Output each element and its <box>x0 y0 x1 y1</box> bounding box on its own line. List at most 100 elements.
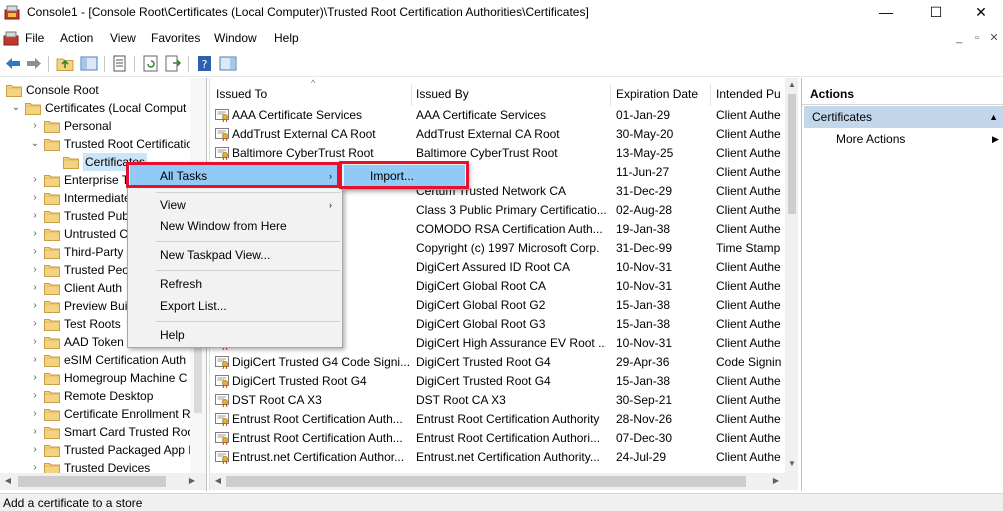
tree-item-label: Homegroup Machine C <box>64 371 188 385</box>
forward-arrow-icon[interactable] <box>25 55 43 72</box>
expand-chevron-right-icon[interactable]: › <box>30 351 40 369</box>
tree-horizontal-scrollbar[interactable]: ◀ ▶ <box>0 473 206 490</box>
window-title: Console1 - [Console Root\Certificates (L… <box>27 5 589 19</box>
tree-item[interactable]: › Smart Card Trusted Roo <box>0 423 194 441</box>
tree-item[interactable]: Console Root <box>0 81 190 99</box>
list-horizontal-scrollbar[interactable]: ◀ ▶ <box>210 473 798 490</box>
back-arrow-icon[interactable] <box>4 55 22 72</box>
ctx-new-taskpad-view[interactable]: New Taskpad View... <box>130 244 340 266</box>
cell-issued-to: DigiCert Trusted G4 Code Signi... <box>232 355 410 369</box>
show-hide-tree-icon[interactable] <box>80 55 98 72</box>
table-row[interactable]: Entrust Root Certification Auth... Entrus… <box>210 429 785 448</box>
submenu-arrow-icon[interactable]: ▶ <box>992 134 999 145</box>
expand-chevron-right-icon[interactable]: › <box>30 315 40 333</box>
table-row[interactable]: DST Root CA X3 DST Root CA X3 30-Sep-21 Cli… <box>210 391 785 410</box>
mmc-small-icon[interactable] <box>3 31 19 46</box>
expand-chevron-right-icon[interactable]: › <box>30 333 40 351</box>
more-actions-item[interactable]: More Actions <box>836 132 905 146</box>
mdi-close-button[interactable]: ✕ <box>986 32 1002 47</box>
table-row[interactable]: Entrust.net Certification Author... Entru… <box>210 448 785 467</box>
cell-issued-by: DigiCert Global Root CA <box>416 279 547 293</box>
ctx-help[interactable]: Help <box>130 324 340 346</box>
tree-item[interactable]: ⌄ Certificates (Local Comput <box>0 99 190 117</box>
tree-item-label: Personal <box>64 119 112 133</box>
expand-chevron-right-icon[interactable]: › <box>30 189 40 207</box>
cell-expiration-date: 24-Jul-29 <box>616 450 667 464</box>
scroll-left-arrow-icon[interactable]: ◀ <box>212 475 224 487</box>
column-issued-to[interactable]: Issued To <box>216 84 406 106</box>
minimize-button[interactable]: — <box>863 0 909 26</box>
help-icon[interactable]: ? <box>196 55 214 72</box>
expand-chevron-right-icon[interactable]: › <box>30 225 40 243</box>
expand-chevron-right-icon[interactable]: › <box>30 297 40 315</box>
scroll-right-arrow-icon[interactable]: ▶ <box>770 475 782 487</box>
collapse-arrow-icon[interactable]: ▲ <box>989 106 998 128</box>
table-row[interactable]: AAA Certificate Services AAA Certificate … <box>210 106 785 125</box>
table-row[interactable]: DigiCert Trusted Root G4 DigiCert Trusted… <box>210 372 785 391</box>
expand-chevron-down-icon[interactable]: ⌄ <box>30 135 40 153</box>
column-issued-by[interactable]: Issued By <box>416 84 606 106</box>
tree-item-label: Untrusted C <box>64 227 129 241</box>
column-separator[interactable] <box>411 84 412 106</box>
ctx-export-list[interactable]: Export List... <box>130 295 340 317</box>
menu-action[interactable]: Action <box>60 31 93 45</box>
column-separator[interactable] <box>610 84 611 106</box>
tree-item[interactable]: › Homegroup Machine C <box>0 369 190 387</box>
scroll-right-arrow-icon[interactable]: ▶ <box>186 475 198 487</box>
folder-icon <box>44 300 60 313</box>
ctx-refresh[interactable]: Refresh <box>130 273 340 295</box>
tree-item[interactable]: › Personal <box>0 117 190 135</box>
list-vertical-scrollbar[interactable]: ▲ ▼ <box>785 78 798 473</box>
mdi-restore-button[interactable]: ▫ <box>969 32 985 47</box>
expand-chevron-right-icon[interactable]: › <box>30 405 40 423</box>
expand-chevron-right-icon[interactable]: › <box>30 423 40 441</box>
show-hide-action-pane-icon[interactable] <box>219 55 237 72</box>
cell-intended-purposes: Client Authe <box>716 412 781 426</box>
expand-chevron-right-icon[interactable]: › <box>30 207 40 225</box>
expand-chevron-right-icon[interactable]: › <box>30 369 40 387</box>
maximize-button[interactable]: ☐ <box>913 0 959 26</box>
scroll-down-arrow-icon[interactable]: ▼ <box>786 458 798 470</box>
folder-icon <box>44 390 60 403</box>
scroll-up-arrow-icon[interactable]: ▲ <box>786 79 798 91</box>
properties-icon[interactable] <box>111 55 129 72</box>
column-separator[interactable] <box>710 84 711 106</box>
column-intended-purposes[interactable]: Intended Pu <box>716 84 786 106</box>
tree-item[interactable]: › Certificate Enrollment R <box>0 405 191 423</box>
up-one-level-icon[interactable] <box>56 55 74 72</box>
ctx-new-window[interactable]: New Window from Here <box>130 215 340 237</box>
close-button[interactable]: ✕ <box>958 0 1003 26</box>
tree-item[interactable]: ⌄ Trusted Root Certificatio <box>0 135 193 153</box>
column-expiration-date[interactable]: Expiration Date <box>616 84 710 106</box>
expand-chevron-right-icon[interactable]: › <box>30 171 40 189</box>
scrollbar-thumb[interactable] <box>18 476 166 487</box>
expand-chevron-right-icon[interactable]: › <box>30 387 40 405</box>
tree-item[interactable]: › Remote Desktop <box>0 387 190 405</box>
tree-item[interactable]: › Trusted Packaged App I <box>0 441 192 459</box>
export-list-icon[interactable] <box>164 55 182 72</box>
menu-help[interactable]: Help <box>274 31 299 45</box>
menu-favorites[interactable]: Favorites <box>151 31 200 45</box>
expand-chevron-right-icon[interactable]: › <box>30 279 40 297</box>
table-row[interactable]: Entrust Root Certification Auth... Entrus… <box>210 410 785 429</box>
menu-file[interactable]: File <box>25 31 44 45</box>
ctx-refresh-label: Refresh <box>160 277 203 291</box>
menu-window[interactable]: Window <box>214 31 257 45</box>
mdi-minimize-button[interactable]: _ <box>951 32 967 47</box>
table-row[interactable]: Baltimore CyberTrust Root Baltimore Cyber… <box>210 144 785 163</box>
tree-item[interactable]: › eSIM Certification Auth <box>0 351 190 369</box>
expand-chevron-right-icon[interactable]: › <box>30 243 40 261</box>
actions-section-certificates[interactable]: Certificates ▲ <box>804 106 1003 128</box>
expand-chevron-right-icon[interactable]: › <box>30 441 40 459</box>
ctx-view[interactable]: View › <box>130 194 340 216</box>
refresh-icon[interactable] <box>142 55 160 72</box>
menu-view[interactable]: View <box>110 31 136 45</box>
scrollbar-thumb[interactable] <box>788 94 796 214</box>
scrollbar-thumb[interactable] <box>226 476 746 487</box>
expand-chevron-right-icon[interactable]: › <box>30 261 40 279</box>
expand-chevron-right-icon[interactable]: › <box>30 117 40 135</box>
expand-chevron-down-icon[interactable]: ⌄ <box>11 99 21 117</box>
table-row[interactable]: AddTrust External CA Root AddTrust Extern… <box>210 125 785 144</box>
table-row[interactable]: DigiCert Trusted G4 Code Signi... DigiCer… <box>210 353 785 372</box>
scroll-left-arrow-icon[interactable]: ◀ <box>2 475 14 487</box>
